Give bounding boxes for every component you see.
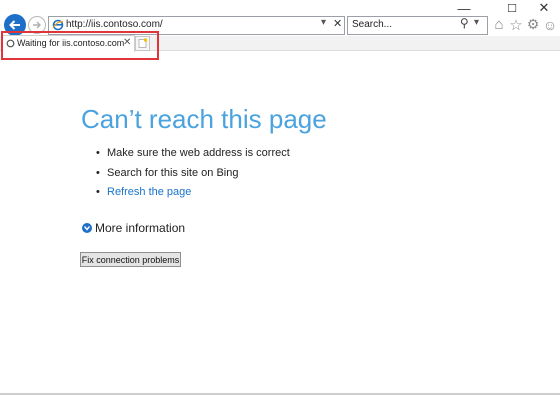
more-information-label: More information bbox=[95, 221, 186, 235]
suggestion-item: Search for this site on Bing bbox=[96, 164, 290, 184]
forward-arrow-icon bbox=[33, 21, 41, 29]
favorites-button[interactable]: ☆ bbox=[508, 16, 524, 34]
star-icon: ☆ bbox=[509, 16, 523, 34]
tab-highlight-box bbox=[1, 31, 159, 60]
address-dropdown-icon[interactable]: ▾ bbox=[321, 17, 326, 28]
refresh-page-link[interactable]: Refresh the page bbox=[96, 183, 290, 203]
back-arrow-icon bbox=[9, 20, 20, 30]
gear-icon: ⚙ bbox=[526, 16, 540, 32]
search-box[interactable]: Search... ⚲ ▾ bbox=[347, 16, 488, 35]
search-icon[interactable]: ⚲ bbox=[460, 16, 469, 30]
suggestion-item: Make sure the web address is correct bbox=[96, 144, 290, 164]
home-button[interactable]: ⌂ bbox=[491, 16, 507, 33]
suggestion-list: Make sure the web address is correct Sea… bbox=[96, 144, 290, 203]
search-dropdown-icon[interactable]: ▾ bbox=[474, 17, 479, 28]
search-input[interactable]: Search... bbox=[352, 18, 392, 32]
smiley-icon: ☺ bbox=[542, 16, 558, 33]
fix-connection-button[interactable]: Fix connection problems bbox=[80, 252, 181, 267]
close-window-button[interactable]: ✕ bbox=[530, 0, 558, 16]
tools-button[interactable]: ⚙ bbox=[525, 16, 541, 33]
chevron-down-icon bbox=[82, 223, 92, 233]
page-title: Can’t reach this page bbox=[81, 104, 327, 134]
more-information-toggle[interactable]: More information bbox=[82, 221, 185, 235]
minimize-button[interactable]: — bbox=[450, 0, 478, 16]
ie-page-icon bbox=[52, 19, 64, 31]
stop-icon[interactable]: ✕ bbox=[333, 17, 342, 30]
home-icon: ⌂ bbox=[494, 16, 504, 33]
maximize-button[interactable]: ☐ bbox=[498, 0, 526, 16]
feedback-button[interactable]: ☺ bbox=[542, 16, 558, 33]
address-value: http://iis.contoso.com/ bbox=[66, 19, 163, 30]
